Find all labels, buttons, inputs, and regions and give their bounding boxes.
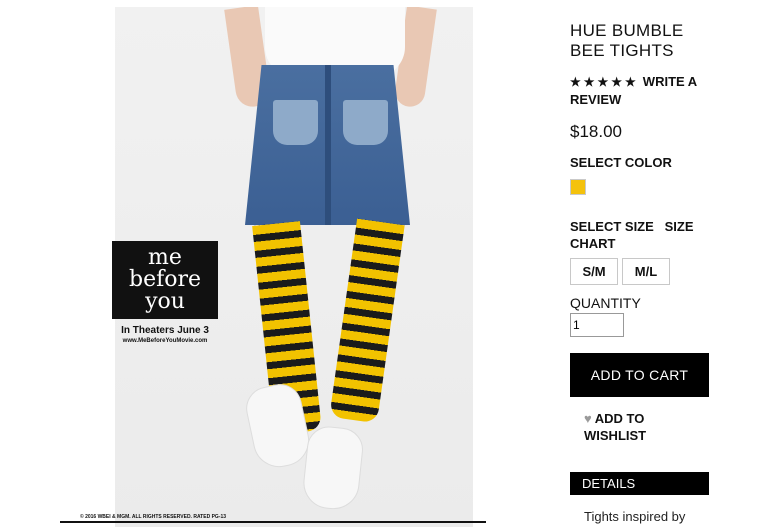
striped-tights-leg xyxy=(329,218,405,424)
quantity-label: QUANTITY xyxy=(570,295,641,311)
movie-promo: me before you In Theaters June 3 www.MeB… xyxy=(112,241,218,344)
select-size-label: SELECT SIZE SIZE CHART xyxy=(570,218,710,252)
size-option-sm[interactable]: S/M xyxy=(570,258,618,285)
movie-logo-text: before xyxy=(128,267,202,292)
product-title: HUE BUMBLE BEE TIGHTS xyxy=(570,21,684,60)
white-sneaker xyxy=(300,424,366,512)
skirt-pocket xyxy=(273,100,318,145)
movie-logo-text: you xyxy=(145,289,185,314)
divider xyxy=(60,521,486,523)
promo-website: www.MeBeforeYouMovie.com xyxy=(122,338,208,344)
add-to-cart-button[interactable]: ADD TO CART xyxy=(570,353,709,397)
product-price: $18.00 xyxy=(570,122,622,141)
denim-skirt xyxy=(245,65,410,225)
copyright-notice: © 2016 WBEI & MGM. ALL RIGHTS RESERVED. … xyxy=(80,514,227,520)
promo-release-date: In Theaters June 3 xyxy=(121,325,209,336)
details-tab[interactable]: DETAILS xyxy=(570,472,709,495)
movie-logo-text: me xyxy=(148,245,182,270)
star-rating-icon: ★★★★★ xyxy=(570,75,639,89)
select-size-text: SELECT SIZE xyxy=(570,219,654,234)
skirt-pocket xyxy=(343,100,388,145)
quantity-input[interactable] xyxy=(570,313,624,337)
movie-logo: me before you xyxy=(112,241,218,319)
color-swatch-yellow[interactable] xyxy=(570,179,586,195)
add-to-wishlist-button[interactable]: ♥ ADD TO WISHLIST xyxy=(584,410,704,444)
size-option-ml[interactable]: M/L xyxy=(622,258,670,285)
details-text: Tights inspired by xyxy=(584,509,686,524)
wishlist-label: ADD TO WISHLIST xyxy=(584,411,647,443)
select-color-label: SELECT COLOR xyxy=(570,155,672,170)
heart-icon: ♥ xyxy=(584,411,592,426)
skirt-placket xyxy=(325,65,331,225)
rating-row: ★★★★★ WRITE A REVIEW xyxy=(570,73,720,108)
